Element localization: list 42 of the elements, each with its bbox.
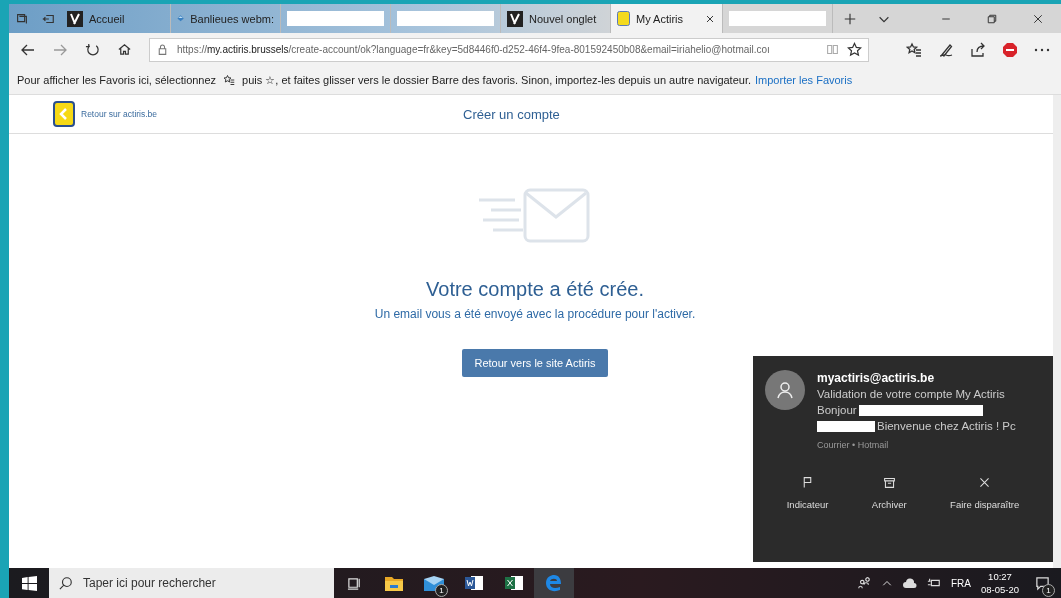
star-icon[interactable]: [847, 42, 862, 57]
email-subject: Validation de votre compte My Actiris: [817, 387, 1006, 402]
lock-icon: [156, 43, 169, 56]
envelope-icon: [479, 188, 591, 244]
cloud-icon[interactable]: [902, 578, 917, 588]
app-logo-icon: [507, 10, 523, 27]
email-preview: Bienvenue chez Actiris ! Pc: [877, 419, 1016, 434]
confirmation-message: Un email vous a été envoyé avec la procédure pour l'activer.: [374, 307, 696, 321]
people-icon[interactable]: [856, 576, 871, 590]
scrollbar[interactable]: [1053, 95, 1061, 568]
mail-icon[interactable]: [424, 575, 444, 591]
notification-action[interactable]: Indicateur: [780, 475, 835, 511]
close-icon: [978, 476, 992, 489]
page-title: Créer un compte: [463, 106, 560, 122]
import-favorites-link[interactable]: Importer les Favoris: [755, 74, 853, 86]
favorites-icon: [223, 74, 236, 86]
sender-email: myactiris@actiris.be: [817, 370, 936, 386]
archive-icon: [882, 476, 896, 489]
back-to-site-link[interactable]: Retour sur actiris.be: [53, 101, 463, 127]
redaction-bar: [817, 420, 875, 432]
back-logo-icon: [53, 101, 75, 127]
action-center-icon[interactable]: [1034, 575, 1050, 591]
taskbar-clock[interactable]: 10:27 08-05-20: [980, 570, 1019, 596]
address-field[interactable]: https://my.actiris.brussels/create-account/ok?language=fr&key=5d8446f0-d252-46f4-9fea-801592450b08&email=iriahelio@hotmail.coı: [149, 37, 869, 62]
favorites-hint: Pour afficher les Favoris ici, sélectionnez: [17, 74, 217, 86]
page-icon: [617, 11, 630, 26]
confirmation-heading: Votre compte a été crée.: [426, 278, 644, 301]
browser-tab[interactable]: My Actiris: [611, 4, 723, 33]
app-logo-icon: [67, 10, 83, 27]
email-greeting: Bonjour: [817, 403, 857, 418]
favorites-hint: puis ☆, et faites glisser vers le dossier Barre des favoris. Sinon, importez-les depuis un autre navigateur.: [242, 73, 752, 87]
mail-badge: 1: [435, 584, 448, 597]
back-to-site-button[interactable]: Retour vers le site Actiris: [462, 349, 608, 377]
taskbar-search-field[interactable]: Taper ici pour rechercher: [49, 568, 334, 598]
notification-badge: 1: [1042, 584, 1055, 597]
notification-source: Courrier • Hotmail: [817, 439, 890, 452]
avatar-icon: [765, 370, 805, 410]
notification-action[interactable]: Archiver: [865, 475, 913, 511]
notification-action[interactable]: Faire disparaître: [944, 475, 1026, 511]
notification-toast[interactable]: myactiris@actiris.be Validation de votre compte My Actiris Bonjour Bienvenue chez Actiris ! Pc Courrier • Hotmail Indicateur Archiver Faire disparaître: [753, 356, 1053, 562]
language-indicator[interactable]: FRA: [950, 577, 971, 589]
search-icon: [59, 576, 73, 590]
